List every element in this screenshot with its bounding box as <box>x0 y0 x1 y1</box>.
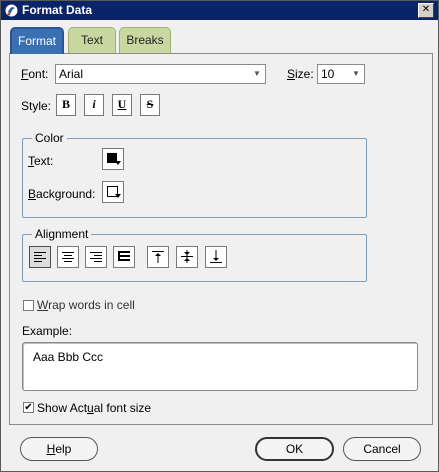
bold-button[interactable]: B <box>56 94 76 116</box>
background-color-swatch-icon <box>107 186 121 198</box>
align-top-button[interactable] <box>147 246 169 268</box>
alignment-group-title: Alignment <box>32 227 92 241</box>
size-label: Size: <box>287 67 314 81</box>
align-bottom-icon <box>210 250 222 263</box>
wrap-words-label: Wrap words in cell <box>37 298 135 312</box>
strikethrough-icon: S <box>146 97 154 111</box>
italic-button[interactable]: i <box>84 94 104 116</box>
show-actual-font-size-label: Show Actual font size <box>37 401 152 415</box>
tab-breaks[interactable]: Breaks <box>119 27 171 53</box>
tab-breaks-label: Breaks <box>126 33 164 47</box>
tab-format[interactable]: Format <box>10 27 64 54</box>
align-left-button[interactable] <box>29 246 51 268</box>
checkmark-icon: ✔ <box>24 402 33 413</box>
title-bar[interactable]: Format Data ✕ <box>1 1 438 20</box>
tab-format-label: Format <box>17 34 56 48</box>
text-color-label: Text: <box>28 154 54 168</box>
text-color-button[interactable] <box>102 148 124 170</box>
example-preview: Aaa Bbb Ccc <box>22 342 418 391</box>
example-label: Example: <box>22 324 73 338</box>
format-data-dialog: Format Data ✕ Format Text Breaks Font: A… <box>0 0 439 472</box>
wrap-words-checkbox[interactable] <box>23 300 34 311</box>
chevron-down-icon: ▼ <box>253 69 261 78</box>
text-color-swatch-icon <box>107 153 121 165</box>
strikethrough-button[interactable]: S <box>140 94 160 116</box>
align-center-icon <box>62 252 74 262</box>
tab-text[interactable]: Text <box>68 27 116 53</box>
align-top-icon <box>152 251 164 263</box>
font-select[interactable]: Arial ▼ <box>55 64 266 84</box>
background-color-label: Background: <box>28 187 96 201</box>
font-label: Font: <box>21 67 49 81</box>
align-justify-button[interactable] <box>113 246 135 268</box>
align-center-button[interactable] <box>57 246 79 268</box>
align-right-icon <box>90 252 102 262</box>
background-color-button[interactable] <box>102 181 124 203</box>
size-value: 10 <box>321 67 335 81</box>
align-left-icon <box>34 252 46 262</box>
help-button[interactable]: Help <box>20 437 98 461</box>
chevron-down-icon: ▼ <box>352 69 360 78</box>
style-label: Style: <box>21 99 52 113</box>
align-middle-button[interactable] <box>176 246 198 268</box>
cancel-button[interactable]: Cancel <box>343 437 421 461</box>
app-icon <box>5 4 18 17</box>
show-actual-font-size-checkbox[interactable]: ✔ <box>23 402 34 413</box>
align-bottom-button[interactable] <box>205 246 227 268</box>
underline-icon: U <box>117 97 127 111</box>
close-icon: ✕ <box>421 4 431 15</box>
ok-button[interactable]: OK <box>255 437 334 461</box>
size-select[interactable]: 10 ▼ <box>317 64 365 84</box>
color-group <box>22 138 367 218</box>
close-button[interactable]: ✕ <box>418 3 434 18</box>
align-middle-icon <box>181 250 193 263</box>
font-value: Arial <box>59 67 84 81</box>
bold-icon: B <box>61 97 70 111</box>
align-right-button[interactable] <box>85 246 107 268</box>
italic-icon: i <box>92 97 96 111</box>
tab-text-label: Text <box>80 33 103 47</box>
window-title: Format Data <box>22 3 93 17</box>
example-text: Aaa Bbb Ccc <box>33 350 104 364</box>
underline-button[interactable]: U <box>112 94 132 116</box>
align-justify-icon <box>118 251 130 261</box>
color-group-title: Color <box>32 131 67 145</box>
